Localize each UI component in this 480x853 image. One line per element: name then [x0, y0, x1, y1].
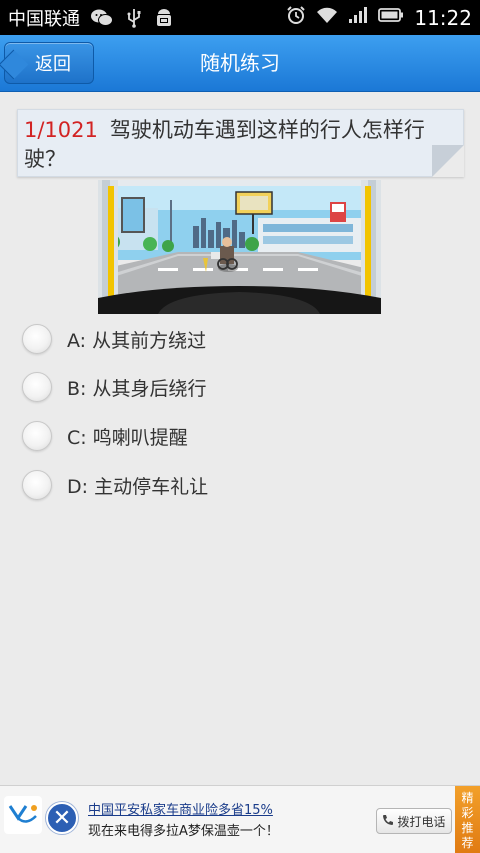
option-a[interactable]: A: 从其前方绕过	[20, 318, 460, 360]
option-a-radio[interactable]	[22, 324, 52, 354]
option-c-radio[interactable]	[22, 421, 52, 451]
recommend-char-2: 彩	[461, 805, 474, 820]
battery-icon	[378, 7, 404, 28]
status-bar: 中国联通 11:22	[0, 0, 480, 35]
question-scene-image	[98, 180, 381, 314]
option-d-radio[interactable]	[22, 470, 52, 500]
ad-banner[interactable]: ✕ 中国平安私家车商业险多省15% 现在来电得多拉A梦保温壶一个！ 拨打电话 精…	[0, 785, 480, 853]
option-b[interactable]: B: 从其身后绕行	[20, 366, 460, 408]
option-c-label: C: 鸣喇叭提醒	[67, 426, 188, 449]
ad-subline: 现在来电得多拉A梦保温壶一个！	[88, 824, 279, 839]
status-icons-right: 11:22	[286, 5, 472, 30]
option-b-label: B: 从其身后绕行	[67, 377, 207, 400]
ad-close-icon[interactable]: ✕	[46, 802, 78, 834]
option-b-radio[interactable]	[22, 372, 52, 402]
recommend-char-4: 荐	[461, 835, 474, 850]
option-d-label: D: 主动停车礼让	[67, 475, 209, 498]
carrier-name: 中国联通	[8, 8, 80, 30]
wifi-icon	[316, 6, 338, 29]
alarm-icon	[286, 5, 306, 30]
usb-icon	[126, 8, 142, 28]
recommend-badge[interactable]: 精 彩 推 荐	[455, 786, 480, 853]
phone-icon	[382, 814, 394, 829]
page-title: 随机练习	[200, 51, 280, 75]
question-card: 1/1021 驾驶机动车遇到这样的行人怎样行驶？	[17, 109, 464, 177]
clock-time: 11:22	[414, 5, 472, 30]
question-number: 1/1021	[24, 118, 98, 142]
title-bar: 返回 随机练习	[0, 35, 480, 92]
recommend-char-3: 推	[461, 820, 474, 835]
back-button-label: 返回	[35, 54, 71, 75]
ad-headline[interactable]: 中国平安私家车商业险多省15%	[88, 799, 273, 818]
signal-icon	[348, 6, 368, 29]
android-debug-icon	[154, 8, 174, 28]
option-d[interactable]: D: 主动停车礼让	[20, 464, 460, 506]
option-a-label: A: 从其前方绕过	[67, 329, 207, 352]
wechat-icon	[90, 8, 114, 28]
ad-brand-logo-icon	[4, 796, 42, 834]
call-button-label: 拨打电话	[397, 814, 446, 829]
recommend-char-1: 精	[461, 790, 474, 805]
call-button[interactable]: 拨打电话	[376, 808, 452, 834]
option-c[interactable]: C: 鸣喇叭提醒	[20, 415, 460, 457]
